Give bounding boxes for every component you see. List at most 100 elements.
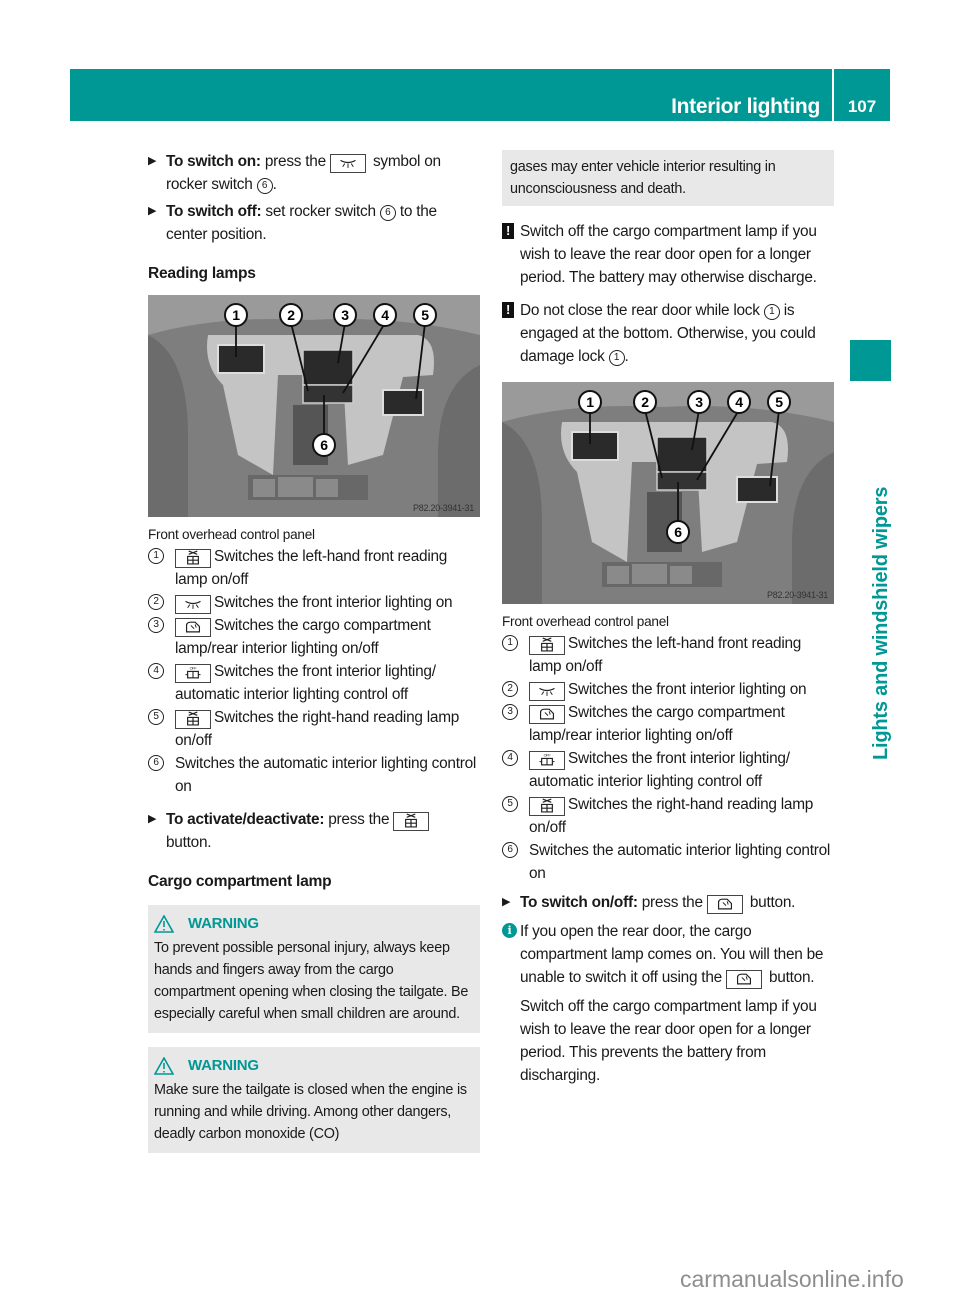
legend-text: Switches the right-hand reading lamp on/… [175,709,460,749]
callout-ref: 6 [256,178,273,194]
warning-continuation: gases may enter vehicle interior resulti… [502,150,834,206]
reading-lamps-heading: Reading lamps [148,265,256,282]
interior-light-off-symbol-icon [529,751,565,770]
callout-4: 4 [373,303,397,327]
warning-text: To prevent possible personal injury, alw… [154,940,469,1022]
legend-text: Switches the cargo compartment lamp/rear… [175,617,431,657]
legend-number: 3 [148,617,164,633]
reading-lamp-symbol-icon [175,710,211,729]
info-note: i If you open the rear door, the cargo c… [502,920,834,1087]
warning-triangle-icon [154,1057,174,1075]
legend-item: 1 Switches the left-hand front reading l… [148,545,480,591]
svg-text:6: 6 [674,524,682,540]
instruction-step-switch-on-off: ▶ To switch on/off: press the button. [502,891,834,914]
step-arrow-icon: ▶ [502,896,511,908]
warning-triangle-icon [154,915,174,933]
instruction-step-activate: ▶ To activate/deactivate: press the butt… [148,808,480,854]
legend-number: 2 [148,594,164,610]
page-number: 107 [847,97,877,116]
callout-6: 6 [666,520,690,544]
step-text: press the [641,894,703,911]
warning-text: Make sure the tailgate is closed when th… [154,1082,467,1142]
step-text: button. [166,834,212,851]
callout-1: 1 [578,390,602,414]
callout-2: 2 [633,390,657,414]
legend-text: Switches the front interior lighting/ au… [529,750,790,790]
info-text: button. [769,969,815,986]
svg-text:2: 2 [641,394,649,410]
legend-number: 6 [148,755,164,771]
legend-item: 4 Switches the front interior lighting/ … [502,747,834,793]
caution-note: ! Switch off the cargo compartment lamp … [502,220,834,289]
svg-text:4: 4 [735,394,743,410]
cargo-lamp-symbol-icon [529,705,565,724]
figure-code: P82.20-3941-31 [767,590,828,600]
info-paragraph: Switch off the cargo compartment lamp if… [520,998,817,1084]
svg-text:4: 4 [381,307,389,323]
legend-text: Switches the left-hand front reading lam… [529,635,802,675]
legend-item: 6 Switches the automatic interior lighti… [148,752,480,798]
reading-lamp-symbol-icon [175,549,211,568]
legend-text: Switches the front interior lighting on [568,681,807,698]
callout-1: 1 [224,303,248,327]
step-text: button. [749,894,796,911]
legend-item: 4 Switches the front interior lighting/ … [148,660,480,706]
legend-number: 1 [502,635,518,651]
caution-icon: ! [502,223,514,239]
cargo-lamp-symbol-icon [725,970,762,989]
legend-item: 3 Switches the cargo compartment lamp/re… [502,701,834,747]
callout-2: 2 [279,303,303,327]
legend-item: 6 Switches the automatic interior lighti… [502,839,834,885]
reading-lamp-symbol-icon [529,636,565,655]
callout-ref: 1 [608,350,625,366]
step-text: set rocker switch [265,203,376,220]
legend-text: Switches the automatic interior lighting… [529,842,831,882]
front-interior-light-symbol-icon [329,154,366,173]
legend-text: Switches the right-hand reading lamp on/… [529,796,814,836]
legend-number: 5 [148,709,164,725]
instruction-step-switch-off: ▶ To switch off: set rocker switch 6 to … [148,200,480,246]
svg-text:6: 6 [320,437,328,453]
overhead-panel-figure: 1 2 3 4 5 6 P82.20-3941-31 [502,382,834,604]
cargo-compartment-heading: Cargo compartment lamp [148,873,332,890]
svg-text:3: 3 [695,394,703,410]
legend-number: 6 [502,842,518,858]
warning-label: WARNING [188,915,259,932]
right-column: gases may enter vehicle interior resulti… [502,150,834,1093]
step-label: To switch off: [166,203,262,220]
legend-text: Switches the front interior lighting/ au… [175,663,436,703]
side-tab-label: Lights and windshield wipers [870,486,892,760]
legend-number: 2 [502,681,518,697]
overhead-panel-illustration: 1 2 3 4 5 6 P82.20-3941-31 [148,295,480,517]
legend-item: 3 Switches the cargo compartment lamp/re… [148,614,480,660]
punctuation: . [624,348,629,365]
warning-title: WARNING [154,913,474,935]
svg-text:2: 2 [287,307,295,323]
left-column: ▶ To switch on: press the symbol on rock… [148,150,480,1153]
callout-5: 5 [767,390,791,414]
info-icon: i [502,923,517,938]
warning-label: WARNING [188,1057,259,1074]
legend-text: Switches the left-hand front reading lam… [175,548,448,588]
note-text: Do not close the rear door while lock [520,302,760,319]
legend-number: 4 [502,750,518,766]
front-interior-light-symbol-icon [529,682,565,701]
svg-text:5: 5 [775,394,783,410]
step-label: To activate/deactivate: [166,811,325,828]
step-arrow-icon: ▶ [148,155,157,167]
warning-title: WARNING [154,1055,474,1077]
reading-lamp-symbol-icon [393,812,430,831]
warning-box: WARNING To prevent possible personal inj… [148,905,480,1033]
legend-item: 5 Switches the right-hand reading lamp o… [502,793,834,839]
legend-text: Switches the automatic interior lighting… [175,755,477,795]
header-bar: Interior lighting [70,69,832,121]
page-number-box: 107 [834,69,890,121]
step-arrow-icon: ▶ [148,205,157,217]
legend-text: Switches the cargo compartment lamp/rear… [529,704,785,744]
callout-6: 6 [312,433,336,457]
side-tab-marker [850,340,891,381]
figure-code: P82.20-3941-31 [413,503,474,513]
caution-icon: ! [502,302,514,318]
callout-3: 3 [333,303,357,327]
caution-note: ! Do not close the rear door while lock … [502,299,834,368]
